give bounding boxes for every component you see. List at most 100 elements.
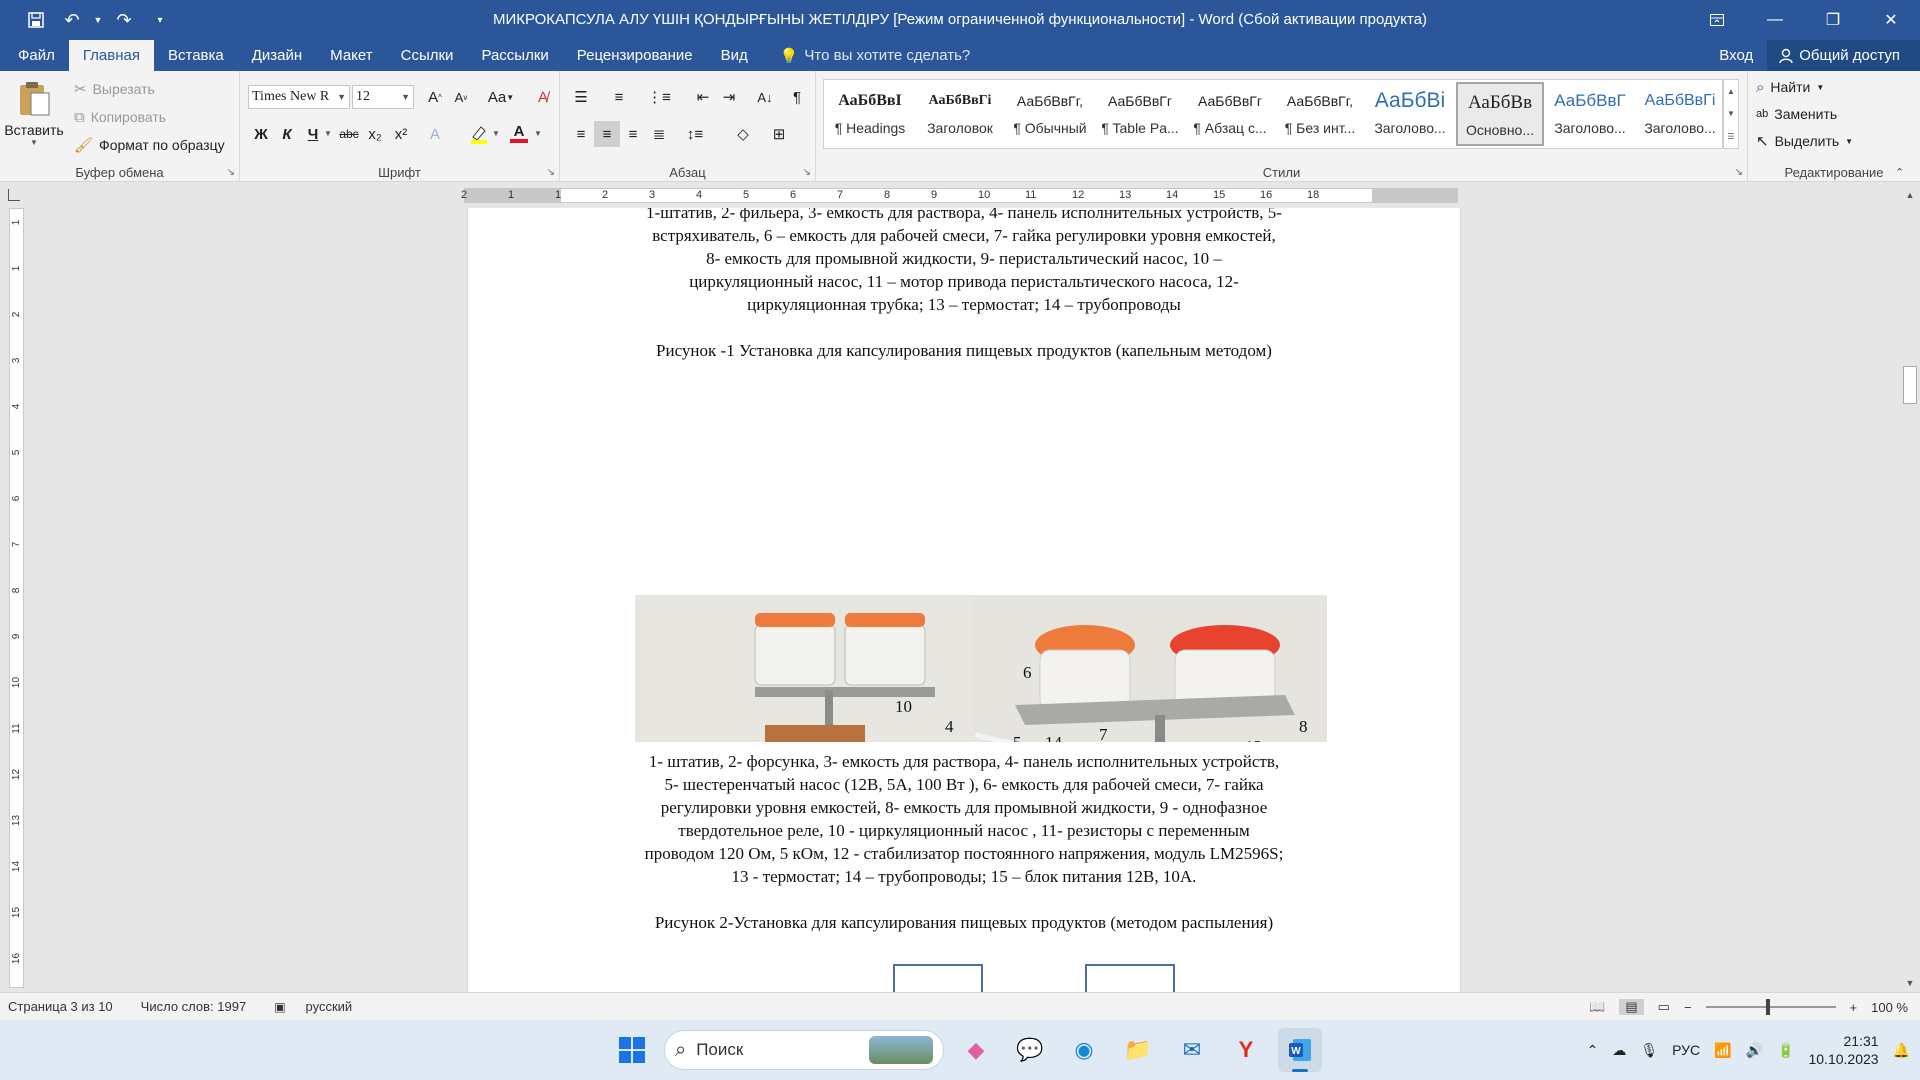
microphone-icon[interactable]: 🎙 (1640, 1042, 1658, 1059)
tab-insert[interactable]: Вставка (154, 40, 238, 71)
minimize-icon[interactable]: — (1746, 0, 1804, 40)
underline-dropdown-icon[interactable]: ▼ (324, 129, 332, 138)
page-count[interactable]: Страница 3 из 10 (8, 999, 113, 1014)
subscript-button[interactable]: x₂ (362, 121, 388, 147)
word-icon[interactable]: W (1278, 1028, 1322, 1072)
sign-in-link[interactable]: Вход (1705, 47, 1767, 64)
tab-review[interactable]: Рецензирование (563, 40, 707, 71)
borders-icon[interactable]: ⊞ (766, 121, 792, 147)
underline-button[interactable]: Ч (300, 121, 326, 147)
undo-icon[interactable]: ↶ (56, 4, 88, 36)
scroll-up-icon[interactable]: ▲ (1900, 186, 1920, 204)
edge-icon[interactable]: ◉ (1062, 1028, 1106, 1072)
style-normal[interactable]: АаБбВвГг, ¶ Обычный (1006, 82, 1094, 146)
clear-formatting-icon[interactable]: A̸ (530, 84, 556, 110)
horizontal-ruler[interactable]: 2 1 1 2 3 4 5 6 7 8 9 10 11 12 13 14 15 16 18 (461, 188, 1458, 203)
tab-references[interactable]: Ссылки (387, 40, 468, 71)
strikethrough-button[interactable]: abc (336, 121, 362, 147)
tab-mailings[interactable]: Рассылки (467, 40, 562, 71)
highlight-dropdown-icon[interactable]: ▼ (492, 129, 500, 138)
restore-icon[interactable]: ❐ (1804, 0, 1862, 40)
bold-button[interactable]: Ж (248, 121, 274, 147)
styles-up-icon[interactable]: ▲ (1727, 87, 1735, 96)
align-left-icon[interactable]: ≡ (568, 121, 594, 147)
file-explorer-icon[interactable]: 📁 (1116, 1028, 1160, 1072)
notifications-icon[interactable]: 🔔 (1893, 1042, 1910, 1059)
align-center-icon[interactable]: ≡ (594, 121, 620, 147)
format-painter-button[interactable]: 🖌 Формат по образцу (74, 133, 225, 157)
scroll-thumb[interactable] (1903, 366, 1917, 404)
styles-more-icon[interactable]: ☰ (1727, 132, 1734, 141)
proofing-status[interactable]: ▣ русский (274, 999, 352, 1014)
wifi-icon[interactable]: 📶 (1714, 1042, 1731, 1059)
vertical-scrollbar[interactable]: ▲ ▼ (1900, 182, 1920, 992)
line-spacing-icon[interactable]: ↕≡ (682, 121, 708, 147)
align-right-icon[interactable]: ≡ (620, 121, 646, 147)
paragraph-launcher-icon[interactable]: ↘ (803, 167, 811, 178)
tab-design[interactable]: Дизайн (238, 40, 316, 71)
increase-indent-icon[interactable]: ⇥ (716, 84, 742, 110)
vertical-ruler[interactable]: 11234567891011121314151617 (9, 208, 24, 1010)
customize-qat-icon[interactable]: ▾ (144, 4, 176, 36)
undo-dropdown-icon[interactable]: ▼ (92, 4, 104, 36)
save-icon[interactable] (20, 4, 52, 36)
multilevel-list-icon[interactable]: ⋮≡ (646, 84, 672, 110)
start-icon[interactable] (610, 1028, 654, 1072)
clipboard-launcher-icon[interactable]: ↘ (227, 167, 235, 178)
copilot-icon[interactable]: ◆ (954, 1028, 998, 1072)
shading-icon[interactable]: ◇ (730, 121, 756, 147)
decrease-indent-icon[interactable]: ⇤ (690, 84, 716, 110)
style-no-spacing[interactable]: АаБбВвГг, ¶ Без инт... (1276, 82, 1364, 146)
zoom-out-icon[interactable]: − (1684, 1000, 1692, 1015)
style-headings[interactable]: АаБбВвІ ¶ Headings (826, 82, 914, 146)
share-button[interactable]: Общий доступ (1767, 40, 1920, 71)
mail-icon[interactable]: ✉ (1170, 1028, 1214, 1072)
print-layout-icon[interactable]: ▤ (1619, 999, 1644, 1015)
sort-icon[interactable]: A↓ (752, 84, 778, 110)
show-marks-icon[interactable]: ¶ (784, 84, 810, 110)
tab-file[interactable]: Файл (4, 40, 69, 71)
style-heading-2[interactable]: АаБбВвГ Заголово... (1546, 82, 1634, 146)
tab-view[interactable]: Вид (707, 40, 762, 71)
cut-button[interactable]: ✂ Вырезать (74, 77, 155, 101)
yandex-browser-icon[interactable]: Y (1224, 1028, 1268, 1072)
copy-button[interactable]: ⧉ Копировать (74, 105, 166, 129)
style-body-text[interactable]: АаБбВв Основно... (1456, 82, 1544, 146)
collapse-ribbon-icon[interactable]: ⌃ (1895, 166, 1904, 179)
battery-icon[interactable]: 🔋 (1777, 1042, 1794, 1059)
volume-icon[interactable]: 🔊 (1746, 1042, 1763, 1059)
paste-button[interactable]: Вставить ▼ (4, 77, 64, 157)
zoom-slider[interactable] (1705, 999, 1836, 1015)
ribbon-display-options-icon[interactable] (1688, 0, 1746, 40)
styles-launcher-icon[interactable]: ↘ (1735, 167, 1743, 178)
clock[interactable]: 21:31 10.10.2023 (1808, 1032, 1878, 1068)
tab-selector-icon[interactable] (0, 182, 28, 208)
numbering-icon[interactable]: ≡ (606, 84, 632, 110)
chevron-up-icon[interactable]: ⌃ (1587, 1042, 1599, 1059)
chat-icon[interactable]: 💬 (1008, 1028, 1052, 1072)
font-color-icon[interactable]: A (506, 121, 532, 147)
select-button[interactable]: ↖ Выделить ▼ (1756, 129, 1853, 153)
redo-icon[interactable]: ↷ (108, 4, 140, 36)
scroll-down-icon[interactable]: ▼ (1900, 974, 1920, 992)
style-title[interactable]: АаБбВвГі Заголовок (916, 82, 1004, 146)
style-table-paragraph[interactable]: АаБбВвГг ¶ Table Pa... (1096, 82, 1184, 146)
zoom-slider-thumb[interactable] (1765, 999, 1770, 1015)
cloud-icon[interactable]: ☁ (1612, 1042, 1626, 1059)
font-launcher-icon[interactable]: ↘ (547, 167, 555, 178)
close-icon[interactable]: ✕ (1862, 0, 1920, 40)
tab-layout[interactable]: Макет (316, 40, 386, 71)
zoom-level[interactable]: 100 % (1871, 1000, 1908, 1015)
font-size-combo[interactable]: 12 ▼ (352, 85, 414, 109)
replace-button[interactable]: ab Заменить (1756, 102, 1837, 126)
font-name-combo[interactable]: Times New R ▼ (248, 85, 350, 109)
style-heading-3[interactable]: АаБбВвГі Заголово... (1636, 82, 1724, 146)
change-case-button[interactable]: Aa ▼ (484, 84, 518, 110)
styles-down-icon[interactable]: ▼ (1727, 109, 1735, 118)
shrink-font-button[interactable]: Av (448, 84, 474, 110)
web-layout-icon[interactable]: ▭ (1658, 999, 1670, 1015)
taskbar-search[interactable]: ⌕ Поиск (664, 1030, 944, 1070)
superscript-button[interactable]: x² (388, 121, 414, 147)
highlight-color-icon[interactable] (466, 121, 492, 147)
italic-button[interactable]: К (274, 121, 300, 147)
